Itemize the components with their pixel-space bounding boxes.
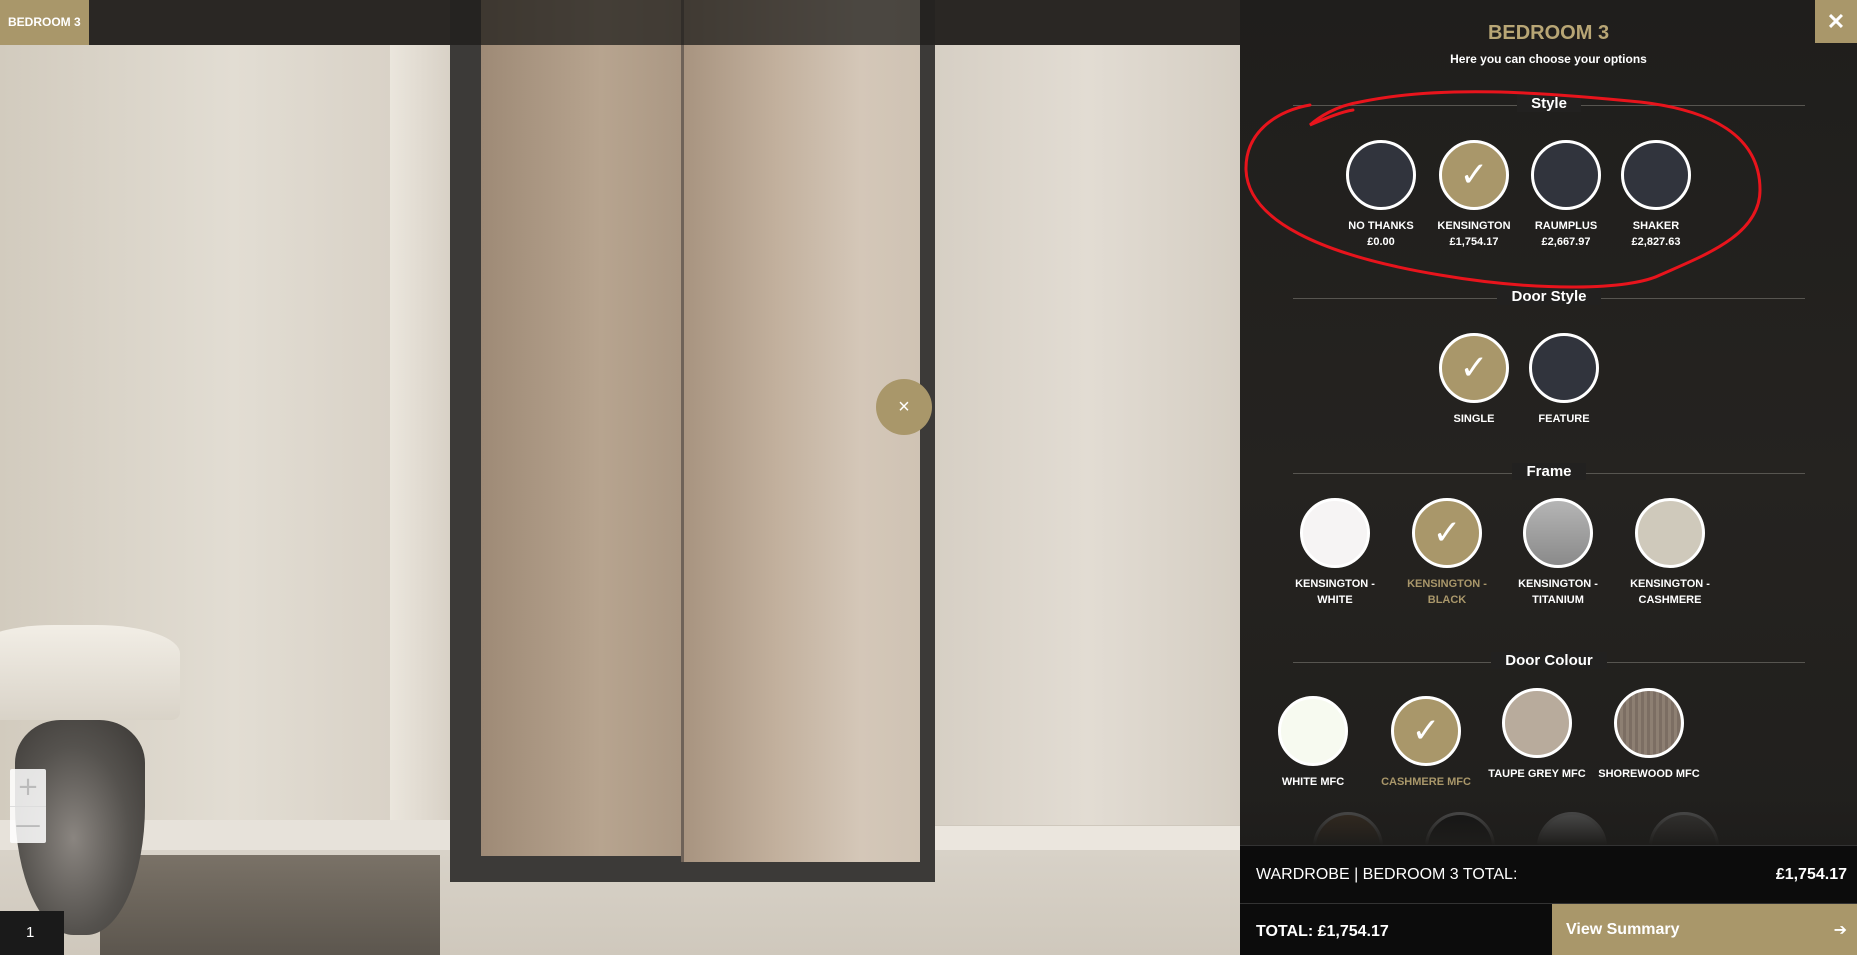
swatch-circle bbox=[1614, 688, 1684, 758]
option-price: £2,827.63 bbox=[1631, 236, 1681, 248]
option-label: KENSINGTON - BLACK bbox=[1407, 578, 1487, 606]
zoom-controls: + — bbox=[10, 769, 46, 843]
total-bar: TOTAL: £1,754.17 View Summary ➔ bbox=[1240, 903, 1857, 955]
frame-option-titanium[interactable]: KENSINGTON - TITANIUM bbox=[1503, 498, 1613, 608]
swatch-circle bbox=[1278, 696, 1348, 766]
panel-subtitle: Here you can choose your options bbox=[1450, 52, 1647, 66]
option-label: KENSINGTON - WHITE bbox=[1295, 578, 1375, 606]
selected-check-icon bbox=[1439, 333, 1509, 403]
total-label: TOTAL: £1,754.17 bbox=[1256, 923, 1389, 940]
swatch-circle bbox=[1635, 498, 1705, 568]
bedside-table bbox=[100, 855, 440, 955]
swatch-circle bbox=[1346, 140, 1416, 210]
door-colour-option-cashmere-mfc[interactable]: CASHMERE MFC bbox=[1371, 696, 1481, 790]
option-label: FEATURE bbox=[1538, 413, 1590, 425]
selected-check-icon bbox=[1391, 696, 1461, 766]
zoom-in-button[interactable]: + bbox=[10, 769, 46, 806]
door-colour-option-white-mfc[interactable]: WHITE MFC bbox=[1258, 696, 1368, 790]
scroll-fade bbox=[1240, 800, 1857, 845]
section-heading-door-colour: Door Colour bbox=[1293, 652, 1805, 672]
view-number: 1 bbox=[0, 911, 64, 955]
wardrobe-top-shadow bbox=[450, 0, 935, 45]
option-label: KENSINGTON - CASHMERE bbox=[1630, 578, 1710, 606]
option-label: TAUPE GREY MFC bbox=[1488, 768, 1586, 780]
wardrobe-door-left bbox=[481, 0, 681, 856]
wardrobe-door-right bbox=[682, 0, 920, 862]
option-label: SHOREWOOD MFC bbox=[1598, 768, 1700, 780]
door-colour-option-taupe-grey-mfc[interactable]: TAUPE GREY MFC bbox=[1482, 688, 1592, 782]
lamp-shade bbox=[0, 625, 180, 720]
arrow-right-icon: ➔ bbox=[1833, 920, 1847, 939]
frame-option-cashmere[interactable]: KENSINGTON - CASHMERE bbox=[1615, 498, 1725, 608]
door-style-option-feature[interactable]: FEATURE bbox=[1509, 333, 1619, 427]
swatch-circle bbox=[1529, 333, 1599, 403]
frame-option-white[interactable]: KENSINGTON - WHITE bbox=[1280, 498, 1390, 608]
selected-check-icon bbox=[1412, 498, 1482, 568]
swatch-circle bbox=[1621, 140, 1691, 210]
room-3d-view[interactable]: BEDROOM 3 × + — 1 bbox=[0, 0, 1240, 955]
style-option-shaker[interactable]: SHAKER £2,827.63 bbox=[1601, 140, 1711, 250]
wardrobe-door-rail bbox=[681, 0, 684, 862]
subtotal-label: WARDROBE | BEDROOM 3 TOTAL: bbox=[1256, 866, 1518, 883]
section-heading-frame: Frame bbox=[1293, 463, 1805, 483]
option-label: KENSINGTON - TITANIUM bbox=[1518, 578, 1598, 606]
swatch-circle bbox=[1502, 688, 1572, 758]
door-colour-option-shorewood-mfc[interactable]: SHOREWOOD MFC bbox=[1594, 688, 1704, 782]
zoom-out-button[interactable]: — bbox=[10, 806, 46, 843]
option-label: WHITE MFC bbox=[1281, 776, 1345, 788]
view-summary-button[interactable]: View Summary ➔ bbox=[1552, 904, 1857, 955]
swatch-circle bbox=[1531, 140, 1601, 210]
swatch-circle bbox=[1523, 498, 1593, 568]
subtotal-value: £1,754.17 bbox=[1775, 866, 1847, 883]
close-hotspot-icon[interactable]: × bbox=[876, 379, 932, 435]
subtotal-bar: WARDROBE | BEDROOM 3 TOTAL: £1,754.17 bbox=[1240, 845, 1857, 903]
view-summary-label: View Summary bbox=[1566, 921, 1680, 938]
selected-check-icon bbox=[1439, 140, 1509, 210]
wall-right bbox=[935, 45, 1240, 825]
wall-pillar bbox=[390, 45, 450, 825]
option-label: CASHMERE MFC bbox=[1381, 776, 1471, 788]
frame-option-black[interactable]: KENSINGTON - BLACK bbox=[1392, 498, 1502, 608]
room-name-badge: BEDROOM 3 bbox=[0, 0, 89, 45]
options-panel: ✕ BEDROOM 3 Here you can choose your opt… bbox=[1240, 0, 1857, 955]
configurator-screen: BEDROOM 3 × + — 1 ✕ BEDROOM 3 Here you c… bbox=[0, 0, 1857, 955]
section-heading-door-style: Door Style bbox=[1293, 288, 1805, 308]
option-label: SHAKER bbox=[1632, 220, 1680, 232]
swatch-circle bbox=[1300, 498, 1370, 568]
panel-title: BEDROOM 3 bbox=[1487, 22, 1610, 44]
section-heading-style: Style bbox=[1293, 95, 1805, 115]
